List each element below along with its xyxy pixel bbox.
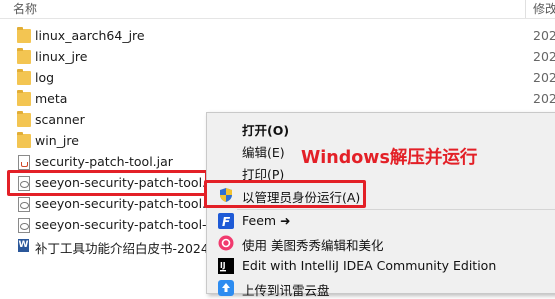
file-date: 202	[533, 91, 555, 106]
word-document-icon: W	[18, 239, 29, 252]
file-name: linux_aarch64_jre	[35, 28, 145, 43]
menu-item-intellij[interactable]: IJ Edit with IntelliJ IDEA Community Edi…	[207, 255, 555, 277]
list-item[interactable]: linux_jre 202	[0, 47, 555, 68]
file-name: seeyon-security-patch-tool-N	[35, 217, 216, 232]
file-name: win_jre	[35, 133, 79, 148]
java-jar-icon	[18, 155, 30, 170]
intellij-icon: IJ	[218, 258, 234, 274]
file-date: 202	[533, 70, 555, 85]
svg-text:F: F	[222, 215, 231, 229]
column-header: 名称 修改	[0, 0, 555, 19]
folder-icon	[17, 132, 31, 148]
cloud-upload-icon	[218, 280, 234, 296]
column-separator[interactable]	[525, 0, 526, 18]
file-name: log	[35, 70, 55, 85]
feem-icon: F	[218, 213, 234, 229]
file-name: linux_jre	[35, 49, 88, 64]
file-name: seeyon-security-patch-tool.sh	[35, 196, 221, 211]
menu-item-meitu[interactable]: 使用 美图秀秀编辑和美化	[207, 232, 555, 254]
selected-file-highlight	[7, 170, 208, 196]
meitu-icon	[218, 235, 234, 251]
list-item[interactable]: linux_aarch64_jre 202	[0, 26, 555, 47]
run-as-admin-highlight	[204, 180, 366, 208]
folder-icon	[17, 48, 31, 64]
name-column-header[interactable]: 名称	[13, 0, 37, 17]
file-name: 补丁工具功能介绍白皮书-2024年	[35, 241, 222, 256]
list-item[interactable]: log 202	[0, 68, 555, 89]
folder-icon	[17, 111, 31, 127]
shell-script-icon	[18, 197, 30, 212]
shell-script-icon	[18, 218, 30, 233]
menu-item-feem[interactable]: F Feem ➜	[207, 210, 555, 232]
file-date: 202	[533, 28, 555, 43]
folder-icon	[17, 27, 31, 43]
file-date: 202	[533, 49, 555, 64]
menu-item-upload-xunlei[interactable]: 上传到讯雷云盘	[207, 277, 555, 299]
menu-item-open[interactable]: 打开(O)	[207, 117, 555, 139]
svg-text:IJ: IJ	[220, 261, 226, 270]
instruction-annotation: Windows解压并运行	[301, 148, 478, 168]
folder-icon	[17, 90, 31, 106]
file-name: scanner	[35, 112, 85, 127]
file-name: security-patch-tool.jar	[35, 154, 173, 169]
folder-icon	[17, 69, 31, 85]
file-name: meta	[35, 91, 68, 106]
list-item[interactable]: meta 202	[0, 89, 555, 110]
modified-column-header[interactable]: 修改	[533, 0, 555, 17]
